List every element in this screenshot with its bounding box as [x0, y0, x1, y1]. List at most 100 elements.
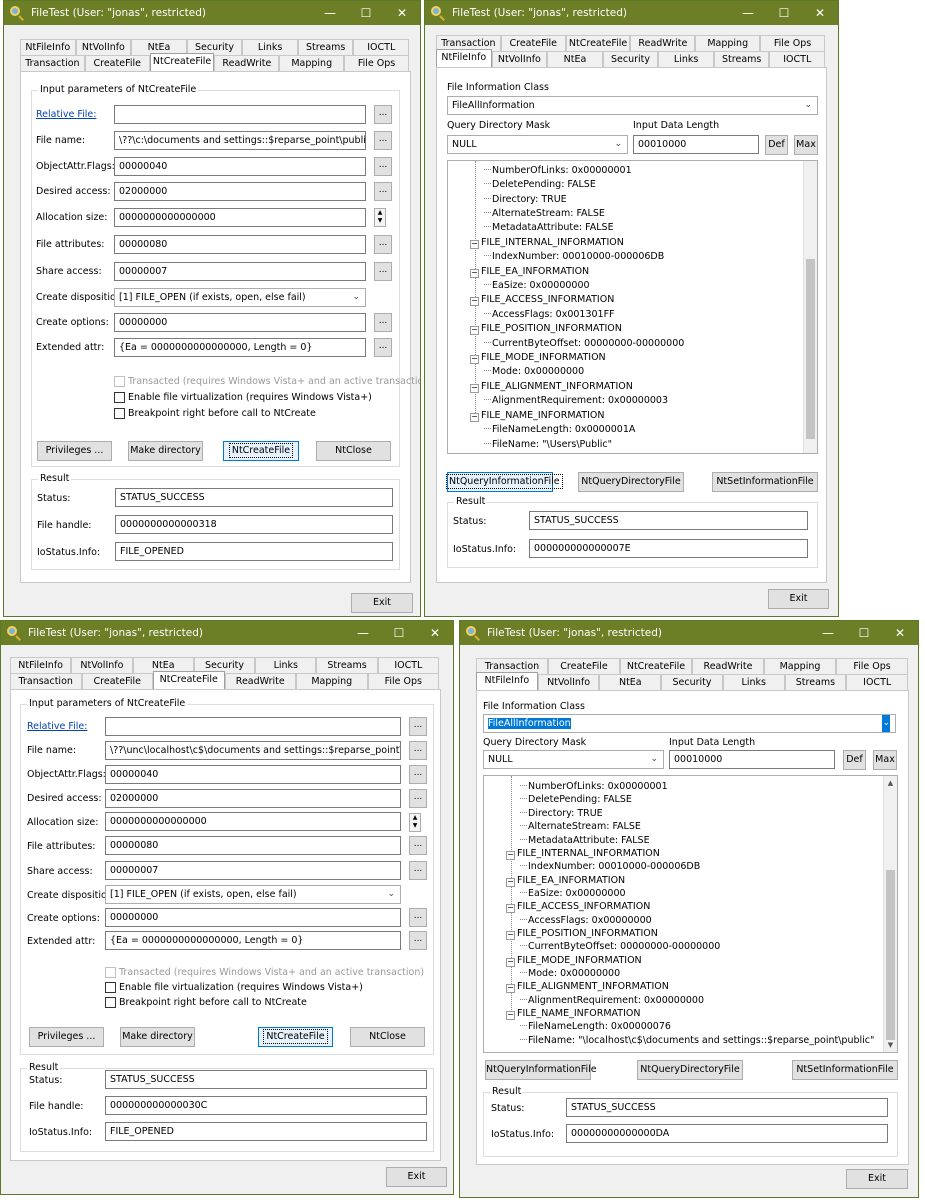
relative-file-link[interactable]: Relative File:: [36, 109, 96, 120]
minimize-button[interactable]: —: [312, 1, 348, 25]
allocation-size-spinner[interactable]: ▲ ▼: [374, 208, 386, 227]
privileges-button[interactable]: Privileges ...: [37, 441, 112, 461]
relative-file-link[interactable]: Relative File:: [27, 721, 87, 732]
exit-button[interactable]: Exit: [846, 1169, 908, 1189]
tree-item[interactable]: CurrentByteOffset: 00000000-00000000: [484, 337, 684, 350]
ntcreatefile-button[interactable]: NtCreateFile: [258, 1027, 333, 1047]
maximize-button[interactable]: ☐: [766, 1, 802, 25]
transacted-checkbox[interactable]: Transacted (requires Windows Vista+ and …: [105, 967, 424, 978]
desired-access-button[interactable]: ...: [409, 789, 427, 808]
tree-scrollbar[interactable]: ▲ ▼: [883, 776, 897, 1052]
scrollbar-thumb[interactable]: [806, 259, 815, 439]
tree-item[interactable]: Mode: 0x00000000: [484, 365, 584, 378]
allocation-size-spinner[interactable]: ▲ ▼: [409, 813, 421, 832]
share-access-button[interactable]: ...: [374, 262, 392, 281]
tab-ntcreatefile[interactable]: NtCreateFile: [620, 658, 692, 674]
collapse-icon[interactable]: −: [470, 297, 479, 306]
collapse-icon[interactable]: −: [470, 413, 479, 422]
tree-item[interactable]: EaSize: 0x00000000: [520, 887, 626, 900]
relative-file-browse-button[interactable]: ...: [374, 105, 392, 124]
tree-scrollbar[interactable]: [803, 161, 817, 453]
close-button[interactable]: ✕: [802, 1, 838, 25]
create-disposition-select[interactable]: [1] FILE_OPEN (if exists, open, else fai…: [105, 885, 401, 904]
file-attributes-input[interactable]: 00000080: [105, 836, 401, 855]
tree-item[interactable]: FileName: "\Users\Public": [484, 438, 612, 451]
tree-node[interactable]: − FILE_ACCESS_INFORMATION: [470, 293, 614, 306]
tab-mapping[interactable]: Mapping: [764, 658, 836, 674]
tree-item[interactable]: AccessFlags: 0x001301FF: [484, 308, 615, 321]
tree-item[interactable]: AlignmentRequirement: 0x00000003: [484, 394, 668, 407]
query-mask-select[interactable]: NULL ⌄: [447, 135, 628, 154]
ntsetinformationfile-button[interactable]: NtSetInformationFile: [712, 472, 818, 492]
extended-attr-button[interactable]: ...: [374, 338, 392, 357]
share-access-button[interactable]: ...: [409, 861, 427, 880]
file-attributes-button[interactable]: ...: [409, 836, 427, 855]
objattr-flags-input[interactable]: 00000040: [105, 765, 401, 784]
tree-item[interactable]: CurrentByteOffset: 00000000-00000000: [520, 940, 720, 953]
minimize-button[interactable]: —: [810, 621, 846, 645]
tab-links[interactable]: Links: [722, 674, 785, 690]
tree-item[interactable]: NumberOfLinks: 0x00000001: [520, 780, 668, 793]
tree-node[interactable]: − FILE_MODE_INFORMATION: [470, 351, 606, 364]
maximize-button[interactable]: ☐: [381, 621, 417, 645]
tree-item[interactable]: MetadataAttribute: FALSE: [520, 834, 650, 847]
file-info-class-select[interactable]: FileAllInformation ⌄: [447, 96, 818, 115]
close-button[interactable]: ✕: [417, 621, 453, 645]
make-directory-button[interactable]: Make directory: [120, 1027, 195, 1047]
ntcreatefile-button[interactable]: NtCreateFile: [223, 441, 299, 461]
tab-streams[interactable]: Streams: [713, 51, 770, 67]
maximize-button[interactable]: ☐: [846, 621, 882, 645]
tab-security[interactable]: Security: [602, 51, 659, 67]
desired-access-input[interactable]: 02000000: [114, 182, 366, 201]
transacted-checkbox[interactable]: Transacted (requires Windows Vista+ and …: [114, 376, 420, 387]
objattr-flags-button[interactable]: ...: [409, 765, 427, 784]
tab-ntcreatefile[interactable]: NtCreateFile: [153, 671, 225, 689]
tab-createfile[interactable]: CreateFile: [500, 35, 566, 51]
collapse-icon[interactable]: −: [470, 384, 479, 393]
tree-node[interactable]: − FILE_ALIGNMENT_INFORMATION: [470, 380, 633, 393]
objattr-flags-input[interactable]: 00000040: [114, 157, 366, 176]
tree-node[interactable]: − FILE_EA_INFORMATION: [470, 265, 589, 278]
tab-streams[interactable]: Streams: [297, 39, 354, 55]
tree-node[interactable]: − FILE_POSITION_INFORMATION: [470, 322, 622, 335]
ntqueryinformationfile-button[interactable]: NtQueryInformationFile: [485, 1060, 597, 1080]
minimize-button[interactable]: —: [730, 1, 766, 25]
create-options-button[interactable]: ...: [374, 313, 392, 332]
ntclose-button[interactable]: NtClose: [350, 1027, 425, 1047]
tab-readwrite[interactable]: ReadWrite: [630, 35, 696, 51]
scroll-up-icon[interactable]: ▲: [884, 776, 897, 790]
file-name-input[interactable]: \??\c:\documents and settings::$reparse_…: [114, 131, 366, 150]
tab-createfile[interactable]: CreateFile: [548, 658, 620, 674]
allocation-size-input[interactable]: 0000000000000000: [114, 208, 366, 227]
objattr-flags-button[interactable]: ...: [374, 157, 392, 176]
tree-item[interactable]: DeletePending: FALSE: [520, 793, 632, 806]
file-attributes-input[interactable]: 00000080: [114, 235, 366, 254]
tree-item[interactable]: IndexNumber: 00010000-000006DB: [484, 250, 664, 263]
file-info-tree[interactable]: NumberOfLinks: 0x00000001 DeletePending:…: [447, 160, 818, 454]
collapse-icon[interactable]: −: [506, 904, 515, 913]
ntclose-button[interactable]: NtClose: [316, 441, 391, 461]
tab-mapping[interactable]: Mapping: [695, 35, 761, 51]
tree-item[interactable]: MetadataAttribute: FALSE: [484, 221, 614, 234]
collapse-icon[interactable]: −: [470, 355, 479, 364]
tab-streams[interactable]: Streams: [784, 674, 847, 690]
tree-item[interactable]: DeletePending: FALSE: [484, 178, 596, 191]
tab-ntvolinfo[interactable]: NtVolInfo: [537, 674, 600, 690]
tree-item[interactable]: FileNameLength: 0x00000076: [520, 1020, 671, 1033]
collapse-icon[interactable]: −: [506, 958, 515, 967]
tab-ntcreatefile[interactable]: NtCreateFile: [149, 53, 215, 71]
relative-file-browse-button[interactable]: ...: [409, 717, 427, 736]
collapse-icon[interactable]: −: [506, 878, 515, 887]
tab-readwrite[interactable]: ReadWrite: [692, 658, 764, 674]
breakpoint-checkbox[interactable]: Breakpoint right before call to NtCreate: [105, 997, 307, 1008]
exit-button[interactable]: Exit: [351, 593, 413, 613]
tab-ntcreatefile[interactable]: NtCreateFile: [565, 35, 631, 51]
collapse-icon[interactable]: −: [470, 269, 479, 278]
breakpoint-checkbox[interactable]: Breakpoint right before call to NtCreate: [114, 408, 316, 419]
tree-item[interactable]: AlignmentRequirement: 0x00000000: [520, 994, 704, 1007]
tab-ntea[interactable]: NtEa: [599, 674, 662, 690]
tab-file-ops[interactable]: File Ops: [760, 35, 825, 51]
tree-item[interactable]: NumberOfLinks: 0x00000001: [484, 164, 632, 177]
tab-ntea[interactable]: NtEa: [547, 51, 603, 67]
tree-item[interactable]: FileName: "\localhost\c$\documents and s…: [520, 1034, 874, 1047]
